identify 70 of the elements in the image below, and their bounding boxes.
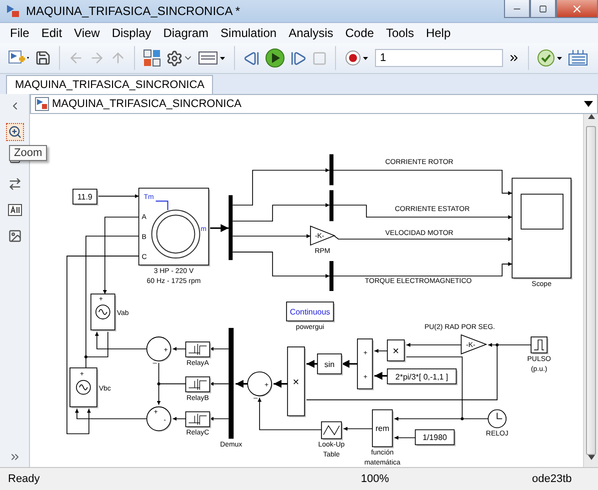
function-block: rem <box>372 409 394 448</box>
constant-block: 11.9 <box>72 188 98 206</box>
run-button[interactable] <box>265 47 285 69</box>
menu-item[interactable]: Simulation <box>214 26 283 40</box>
maximize-button[interactable] <box>530 0 556 18</box>
constant-block: 2*pi/3*[ 0,-1,1 ] <box>386 368 458 386</box>
chevrons-icon <box>508 52 520 64</box>
menu-item[interactable]: Diagram <box>157 26 215 40</box>
minimize-button[interactable] <box>504 0 530 18</box>
close-icon <box>571 2 583 14</box>
signal-line <box>209 346 230 351</box>
status-text: Ready <box>8 473 41 485</box>
signal-line <box>236 380 248 388</box>
tooltip: Zoom <box>9 145 48 161</box>
zoom-level: 100% <box>360 473 390 485</box>
bus-bar <box>329 190 334 222</box>
arrow-right-icon <box>89 50 105 66</box>
breadcrumb-bar[interactable]: MAQUINA_TRIFASICA_SINCRONICA <box>30 94 598 114</box>
signal-line <box>172 416 186 421</box>
junction-dot <box>157 382 160 386</box>
close-button[interactable] <box>556 0 598 18</box>
menu-item[interactable]: Display <box>106 26 158 40</box>
signal-line <box>394 436 416 440</box>
menu-item[interactable]: Analysis <box>282 26 340 40</box>
stop-time-field[interactable]: 1 <box>375 49 503 67</box>
zoom-icon[interactable] <box>6 123 24 141</box>
lookup-table-block <box>321 421 343 440</box>
arrow-left-icon <box>68 50 84 66</box>
signal-line <box>96 194 140 198</box>
gear-icon <box>166 50 183 66</box>
junction-dot <box>84 355 88 358</box>
signal-line <box>343 426 373 431</box>
relay-block <box>185 376 212 394</box>
model-icon <box>35 97 49 111</box>
expand-icon[interactable] <box>8 451 20 463</box>
annotation-icon[interactable] <box>6 201 24 219</box>
constant-block: 1/1980 <box>414 429 456 446</box>
pulse-generator-block <box>530 336 549 354</box>
menu-item[interactable]: View <box>68 26 106 40</box>
product-block: × <box>386 340 406 362</box>
breadcrumb-text: MAQUINA_TRIFASICA_SINCRONICA <box>52 98 242 110</box>
product-block: × <box>287 346 306 418</box>
library-button[interactable] <box>143 47 161 69</box>
model-tab[interactable]: MAQUINA_TRIFASICA_SINCRONICA <box>6 75 214 94</box>
menu-item[interactable]: Edit <box>35 26 68 40</box>
relay-block <box>185 342 212 358</box>
window-title: MAQUINA_TRIFASICA_SINCRONICA * <box>26 4 240 18</box>
junction-dot <box>496 343 499 346</box>
relay-block <box>185 411 212 428</box>
function-block: sin <box>317 354 343 376</box>
signal-line <box>209 382 230 386</box>
menu-item[interactable]: Code <box>339 26 380 40</box>
scrollbar-thumb[interactable] <box>586 126 596 455</box>
menu-item[interactable]: Help <box>420 26 457 40</box>
bus-bar <box>228 195 233 260</box>
menu-item[interactable]: File <box>4 26 36 40</box>
signal-line <box>208 224 229 232</box>
app-logo-icon <box>6 4 20 18</box>
menu-item[interactable]: Tools <box>380 26 420 40</box>
bus-bar <box>329 154 334 186</box>
powergui-block: Continuous <box>286 302 335 322</box>
check-button[interactable] <box>537 47 563 69</box>
signal-line <box>209 416 230 421</box>
signal-line <box>274 380 288 388</box>
clock-block <box>488 409 507 428</box>
bus-bar <box>329 261 334 291</box>
signal-line <box>172 346 186 351</box>
junction-dot <box>460 417 464 420</box>
solver-name: ode23tb <box>532 473 573 485</box>
maximize-icon <box>539 4 547 12</box>
